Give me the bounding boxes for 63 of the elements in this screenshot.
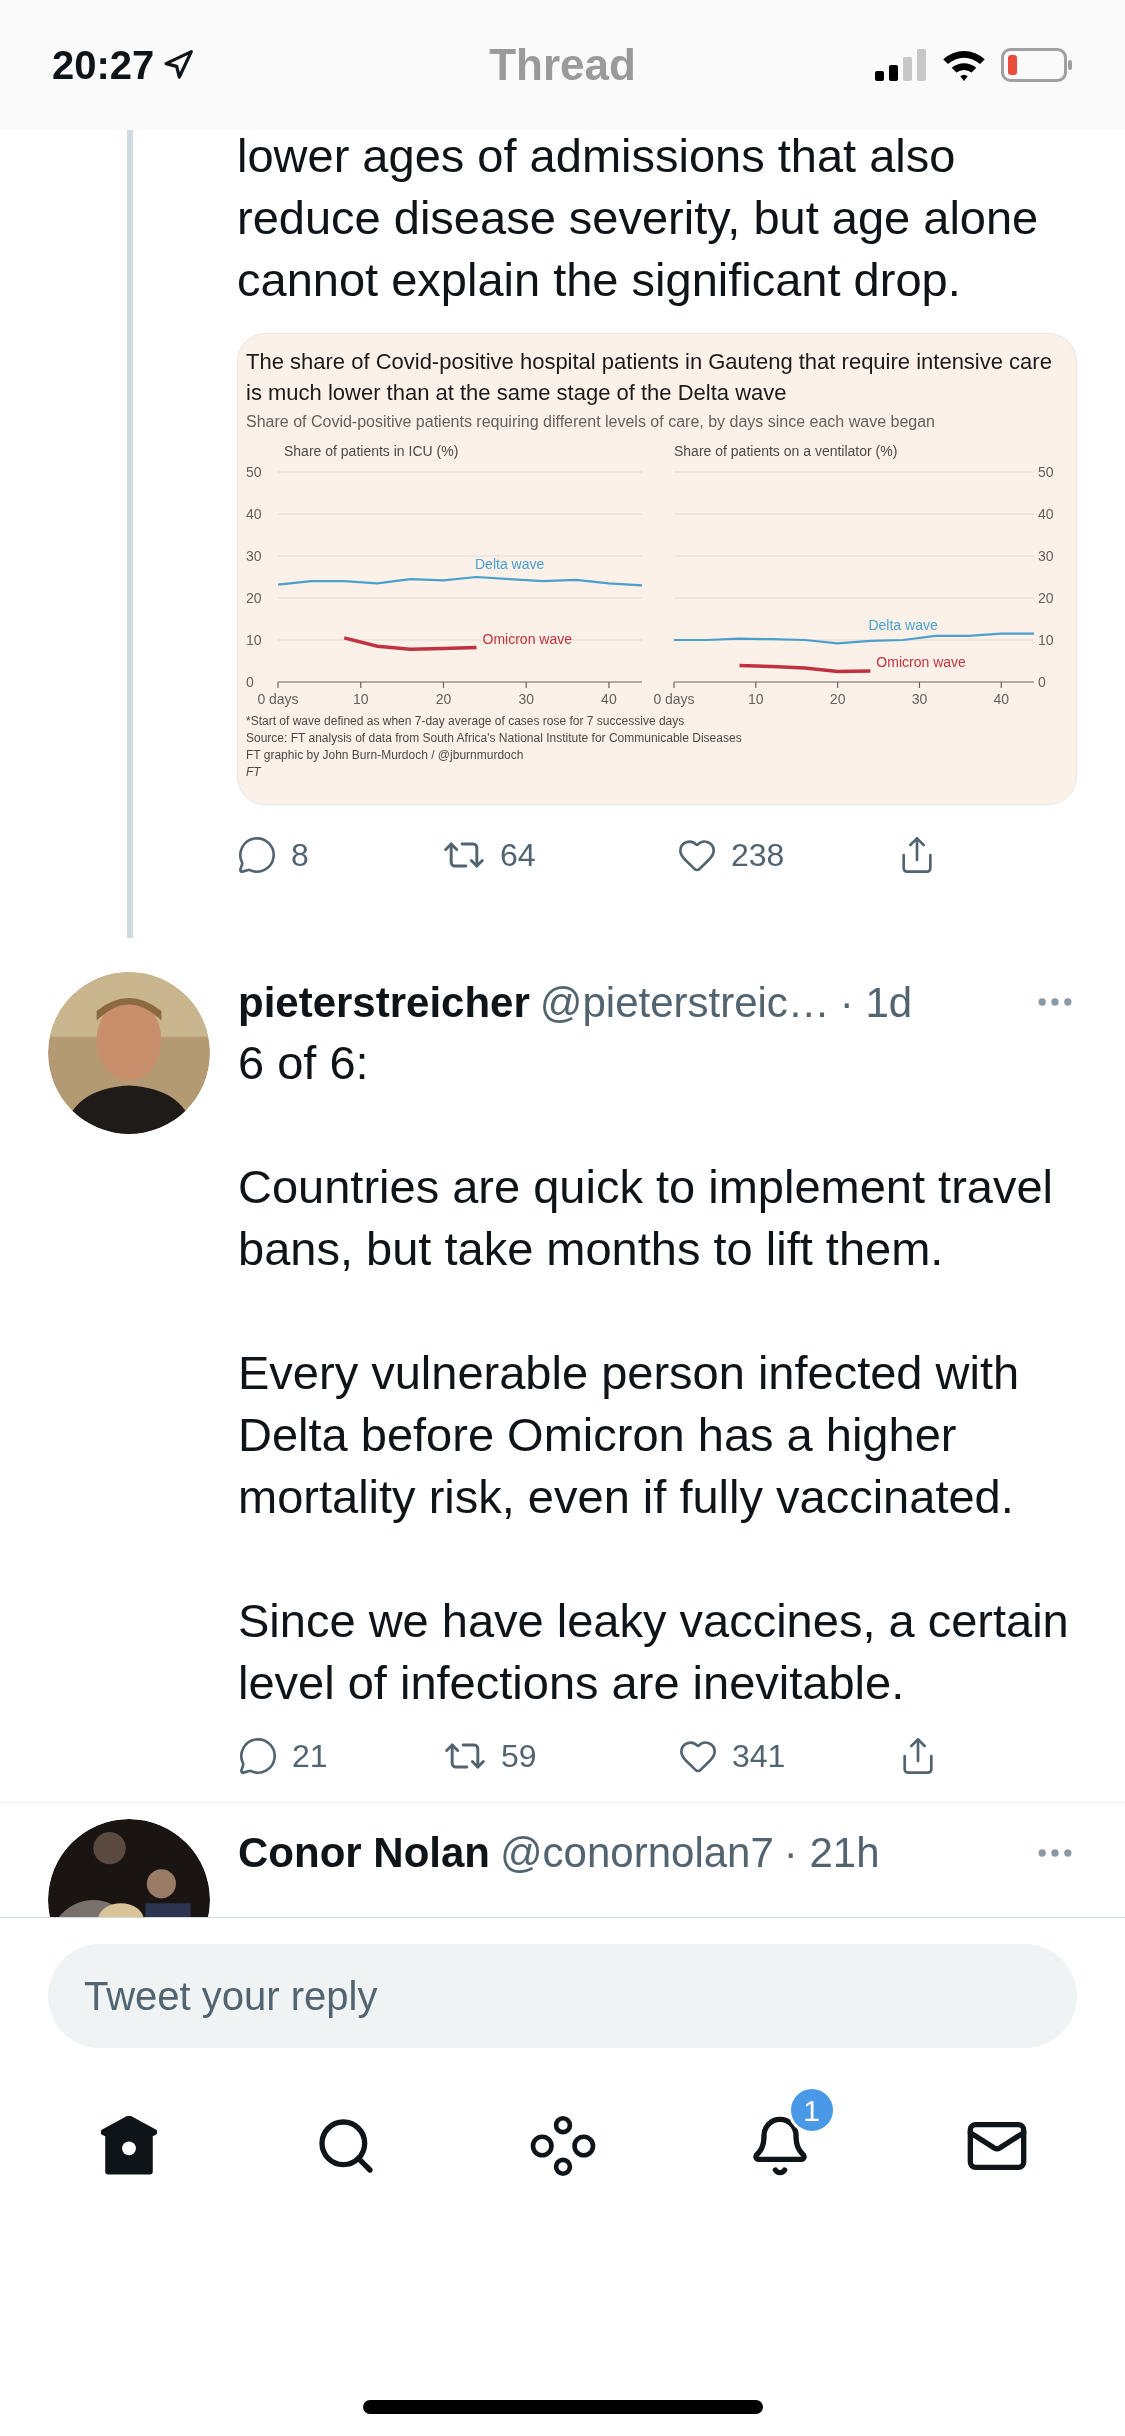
- status-time: 20:27: [52, 42, 155, 89]
- axis-tick-label: 20: [246, 590, 262, 606]
- axis-tick-label: 10: [246, 632, 262, 648]
- axis-tick-label: 40: [1038, 506, 1054, 522]
- axis-tick-label: 30: [518, 691, 534, 707]
- axis-tick-label: 40: [601, 691, 617, 707]
- location-icon: [162, 49, 195, 81]
- signal-icon: [875, 49, 927, 81]
- like-button[interactable]: 238: [677, 831, 897, 879]
- axis-tick-label: 30: [1038, 548, 1054, 564]
- author-handle: @conornolan7: [500, 1828, 774, 1878]
- chart-note: FT graphic by John Burn-Murdoch / @jburnmurdoch: [246, 747, 525, 764]
- tweet-text: 6 of 6:: [238, 1035, 370, 1091]
- reply-icon: [238, 1736, 278, 1776]
- axis-tick-label: 10: [1038, 632, 1054, 648]
- axis-tick-label: 40: [993, 691, 1010, 707]
- like-button[interactable]: 341: [678, 1732, 898, 1780]
- axis-tick-label: 20: [1038, 590, 1054, 606]
- axis-tick-label: 30: [246, 548, 262, 564]
- wifi-icon: [941, 48, 987, 82]
- header-title: Thread: [489, 39, 636, 91]
- retweet-button[interactable]: 64: [442, 831, 677, 879]
- chart-note: *Start of wave defined as when 7-day average of cases rose for 7 successive days: [246, 713, 686, 730]
- chart-title: Share of patients on a ventilator (%): [674, 443, 898, 459]
- line-label: Omicron wave: [482, 630, 572, 647]
- tweet-time: · 21h: [783, 1828, 880, 1878]
- axis-tick-label: 10: [352, 691, 369, 707]
- circles-icon[interactable]: [529, 2116, 596, 2176]
- axis-tick-label: 10: [748, 691, 764, 707]
- notification-badge: 1: [787, 2086, 836, 2134]
- tweet-time: · 1d: [839, 977, 913, 1028]
- axis-tick-label: 0: [246, 674, 254, 690]
- axis-tick-label: 0 days: [653, 691, 695, 707]
- axis-tick-label: 0: [1038, 674, 1046, 690]
- axis-tick-label: 30: [911, 691, 928, 707]
- tweet-text: lower ages of admissions that also reduce disease severity, but age alone cannot explain the significant drop.: [237, 128, 1040, 308]
- line-label: Omicron wave: [876, 654, 966, 671]
- author-name: Conor Nolan: [238, 1828, 490, 1878]
- chart-note: Source: FT analysis of data from South Africa's National Institute for Communicable Diseases: [246, 730, 743, 747]
- tweet-text: Since we have leaky vaccines, a certain level of infections are inevitable.: [238, 1593, 1070, 1711]
- author-handle: @pieterstreic…: [539, 977, 830, 1028]
- chart-title: Share of patients in ICU (%): [284, 443, 459, 459]
- axis-tick-label: 20: [435, 691, 452, 707]
- axis-tick-label: 0 days: [257, 691, 299, 707]
- reply-icon: [237, 835, 277, 875]
- axis-tick-label: 50: [246, 464, 262, 480]
- chart-note: FT: [246, 764, 263, 781]
- line-label: Delta wave: [868, 617, 938, 633]
- chart-heading: The share of Covid-positive hospital patients in Gauteng that require intensive care is much lower than at the same stage of the Delta wave: [246, 348, 1053, 407]
- axis-tick-label: 50: [1038, 464, 1054, 480]
- axis-tick-label: 40: [246, 506, 262, 522]
- chart-subtitle: Share of Covid-positive patients requiring different levels of care, by days since each wave began: [246, 412, 936, 432]
- battery-icon: [1001, 48, 1073, 82]
- tweet-text: Countries are quick to implement travel bans, but take months to lift them.: [238, 1159, 1055, 1277]
- reply-button[interactable]: 8: [237, 831, 442, 879]
- author-name: pieterstreicher: [238, 977, 530, 1028]
- retweet-button[interactable]: 59: [443, 1732, 678, 1780]
- tweet-text: Every vulnerable person infected with Delta before Omicron has a higher mortality risk, even if fully vaccinated.: [238, 1345, 1021, 1525]
- reply-button[interactable]: 21: [238, 1732, 443, 1780]
- axis-tick-label: 20: [829, 691, 846, 707]
- home-icon[interactable]: [100, 2116, 157, 2176]
- line-label: Delta wave: [475, 556, 545, 573]
- reply-field[interactable]: Tweet your reply: [48, 1944, 1077, 2048]
